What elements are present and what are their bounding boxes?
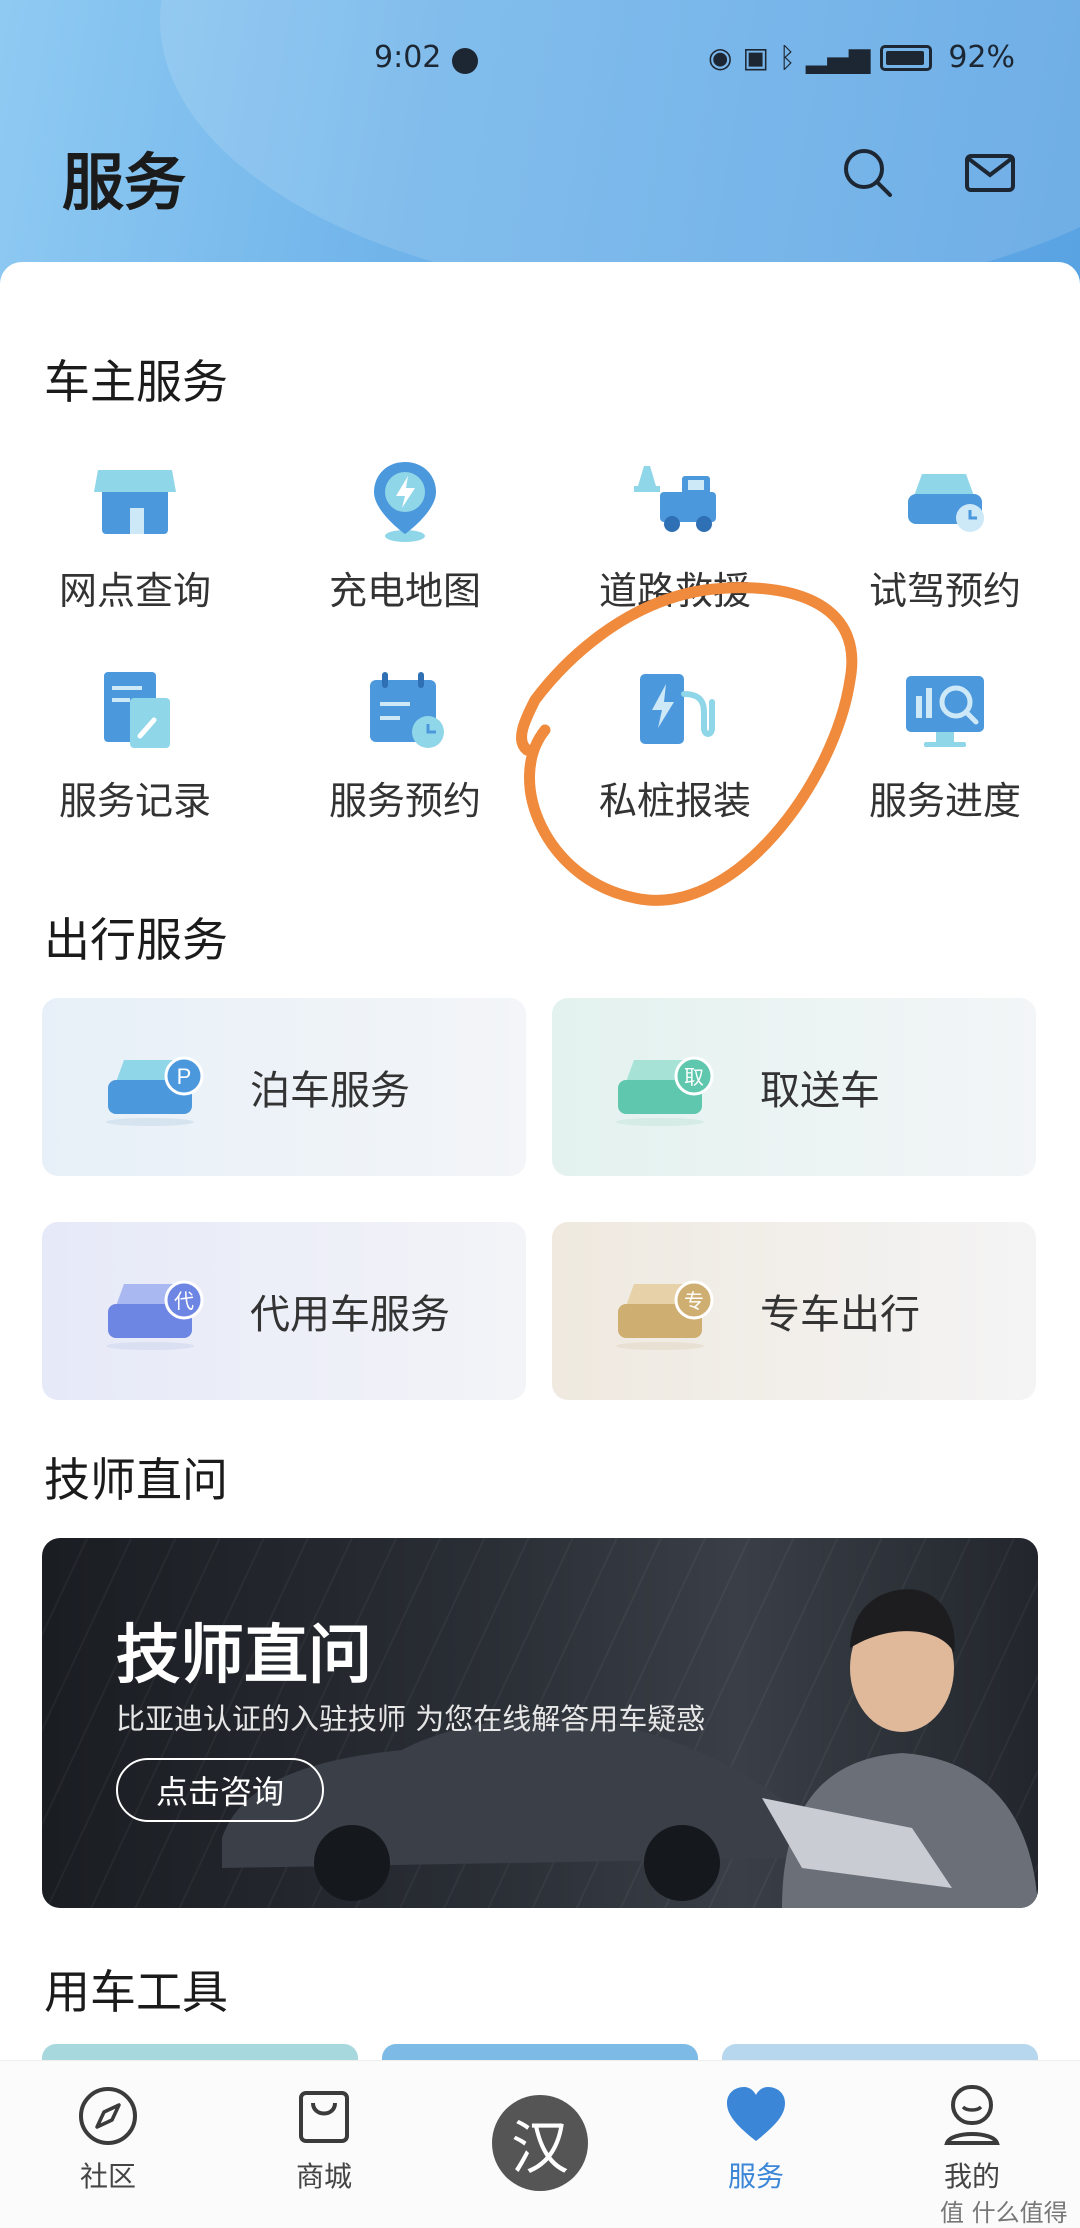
tab-label: 我的	[943, 2160, 1000, 2193]
charging-map-icon	[374, 462, 436, 542]
svg-text:专: 专	[684, 1289, 704, 1313]
eye-icon: ◉	[708, 41, 733, 74]
grid-label: 充电地图	[328, 569, 481, 613]
svg-text:代: 代	[174, 1289, 194, 1313]
bluetooth-icon: ᛒ	[778, 41, 796, 74]
battery-icon	[880, 44, 933, 71]
store-icon	[94, 470, 176, 534]
tile-label: 取送车	[760, 1068, 880, 1114]
grid-label: 网点查询	[58, 569, 211, 613]
han-logo-icon[interactable]: 汉	[492, 2095, 588, 2191]
nfc-icon: ▣	[742, 41, 769, 74]
svg-text:P: P	[177, 1064, 192, 1089]
watermark: 值 什么值得买	[940, 2199, 1068, 2227]
tile-parking[interactable]: P 泊车服务	[42, 998, 526, 1176]
voice-icon	[452, 48, 478, 74]
tab-label: 社区	[79, 2160, 136, 2193]
heart-icon	[727, 2087, 785, 2141]
tab-services[interactable]: 服务	[686, 2083, 826, 2195]
tow-truck-icon	[634, 466, 716, 532]
battery-percent: 92%	[948, 40, 1016, 75]
grid-item-outlet-query[interactable]: 网点查询	[15, 456, 255, 615]
tile-pickup[interactable]: 取 取送车	[552, 998, 1036, 1176]
annotation-circle	[516, 582, 858, 906]
grid-item-charging-map[interactable]: 充电地图	[285, 456, 525, 615]
technician-title: 技师直问	[44, 1453, 228, 1507]
tile-label: 代用车服务	[250, 1292, 450, 1338]
tab-mine[interactable]: 我的	[902, 2083, 1042, 2195]
grid-item-service-record[interactable]: 服务记录	[15, 666, 255, 825]
svg-text:取: 取	[684, 1065, 704, 1089]
5g-signal-icon: ▂▄▆	[805, 41, 871, 74]
tab-community[interactable]: 社区	[38, 2083, 178, 2195]
travel-services-title: 出行服务	[44, 913, 228, 967]
profile-icon	[944, 2085, 1000, 2145]
tools-title: 用车工具	[44, 1965, 228, 2019]
shopping-bag-icon	[299, 2091, 349, 2143]
search-icon[interactable]	[840, 145, 896, 201]
technician-banner[interactable]: 技师直问 比亚迪认证的入驻技师 为您在线解答用车疑惑 点击咨询	[42, 1538, 1038, 1908]
grid-item-service-booking[interactable]: 服务预约	[285, 666, 525, 825]
pickup-car-icon: 取	[616, 1056, 714, 1126]
banner-title: 技师直问	[116, 1619, 372, 1693]
substitute-car-icon: 代	[106, 1280, 204, 1350]
status-time: 9:02	[374, 40, 442, 75]
tab-label: 商城	[295, 2160, 352, 2193]
status-bar: 9:02 ◉ ▣ ᛒ ▂▄▆ 92%	[0, 40, 1080, 84]
parking-car-icon: P	[106, 1056, 204, 1126]
page-title: 服务	[62, 146, 187, 219]
banner-subtitle: 比亚迪认证的入驻技师 为您在线解答用车疑惑	[116, 1702, 706, 1736]
grid-label: 服务记录	[58, 779, 211, 823]
tab-label: 服务	[727, 2160, 784, 2193]
tile-chauffeur[interactable]: 专 专车出行	[552, 1222, 1036, 1400]
bottom-tab-bar: 社区 商城 汉 服务 我的 值 什么值得买	[0, 2060, 1080, 2228]
test-drive-icon	[908, 474, 984, 532]
owner-services-title: 车主服务	[44, 355, 228, 409]
tile-label: 专车出行	[760, 1292, 920, 1338]
tile-substitute[interactable]: 代 代用车服务	[42, 1222, 526, 1400]
compass-icon	[79, 2087, 137, 2145]
service-record-icon	[104, 672, 170, 748]
chauffeur-car-icon: 专	[616, 1280, 714, 1350]
technician-photo	[762, 1589, 1038, 1908]
tile-label: 泊车服务	[250, 1068, 410, 1114]
tab-mall[interactable]: 商城	[254, 2083, 394, 2195]
progress-monitor-icon	[906, 676, 984, 747]
mail-icon[interactable]	[962, 145, 1018, 201]
consult-button[interactable]: 点击咨询	[116, 1758, 324, 1822]
calendar-icon	[370, 672, 444, 748]
grid-label: 服务预约	[328, 779, 481, 823]
